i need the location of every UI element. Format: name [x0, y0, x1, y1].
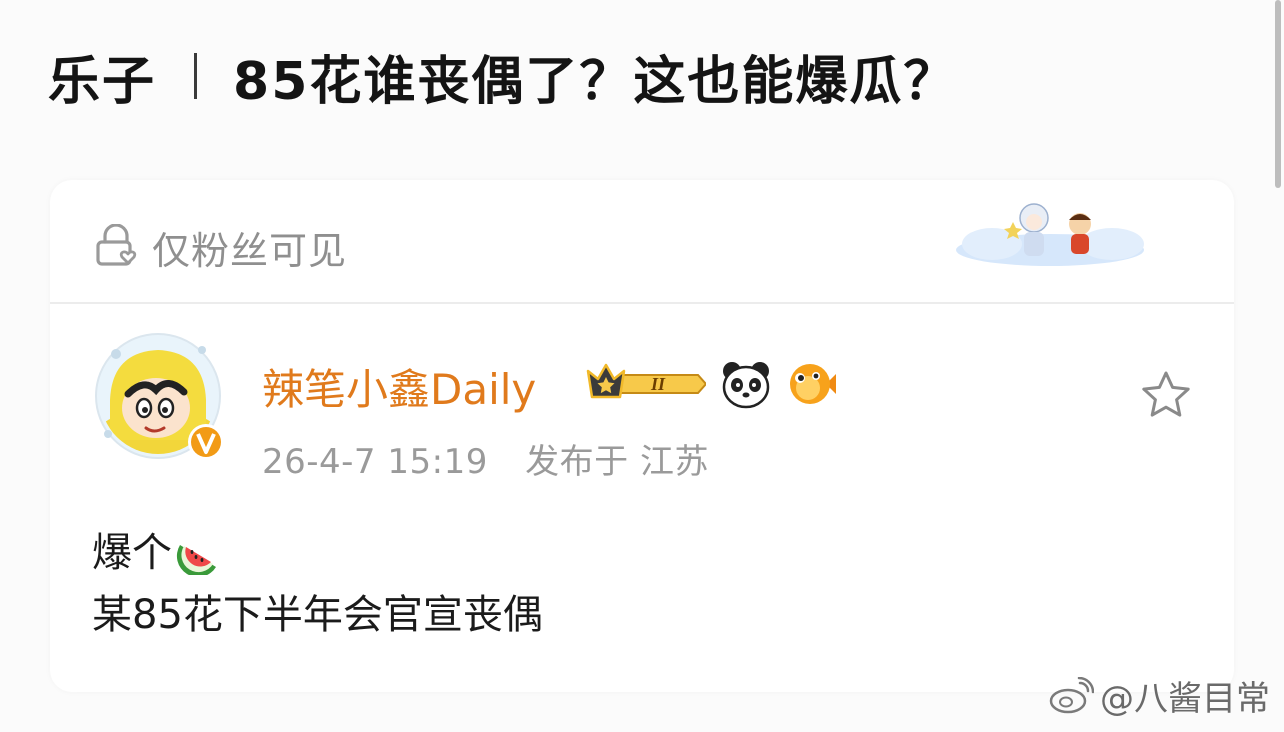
pufferfish-icon: [790, 364, 836, 404]
headline-separator: [194, 53, 198, 99]
headline-title: 85花谁丧偶了？这也能爆瓜？: [233, 51, 958, 112]
level-badge-text: II: [650, 374, 666, 394]
scrollbar[interactable]: [1275, 0, 1281, 188]
header-divider: [50, 302, 1234, 304]
cloud-characters-decoration: [956, 203, 1144, 266]
post-meta: 26-4-7 15:19 发布于 江苏: [262, 434, 709, 483]
watermark-text: @八酱目常: [1100, 679, 1270, 719]
post-card: 仅粉丝可见 辣笔小鑫Daily II 26-4-7 15:19 发布于 江苏 爆…: [50, 180, 1234, 692]
author-name[interactable]: 辣笔小鑫Daily: [262, 356, 536, 417]
visibility-label: 仅粉丝可见: [152, 229, 348, 273]
page-headline: 乐子 85花谁丧偶了？这也能爆瓜？: [48, 40, 957, 112]
post-body-line2: 某85花下半年会官宣丧偶: [92, 584, 543, 646]
weibo-icon: [1049, 676, 1094, 713]
post-timestamp: 26-4-7 15:19: [262, 442, 488, 482]
panda-icon: [722, 362, 770, 409]
post-location: 发布于 江苏: [525, 442, 709, 482]
post-body-line2-text: 某85花下半年会官宣丧偶: [92, 592, 543, 638]
headline-category: 乐子: [48, 51, 157, 112]
watermelon-icon: [176, 545, 216, 575]
watermark: @八酱目常: [1048, 671, 1270, 720]
post-body: 爆个 某85花下半年会官宣丧偶: [92, 522, 543, 646]
lock-heart-icon: [96, 224, 137, 266]
post-body-line1-text: 爆个: [92, 530, 172, 576]
visibility-bar: 仅粉丝可见: [50, 180, 1234, 302]
crown-level-badge[interactable]: II: [586, 361, 706, 407]
author-badges: II: [586, 358, 838, 410]
post-body-line1: 爆个: [92, 522, 543, 584]
star-icon[interactable]: [1138, 368, 1194, 424]
author-avatar[interactable]: [94, 330, 230, 466]
